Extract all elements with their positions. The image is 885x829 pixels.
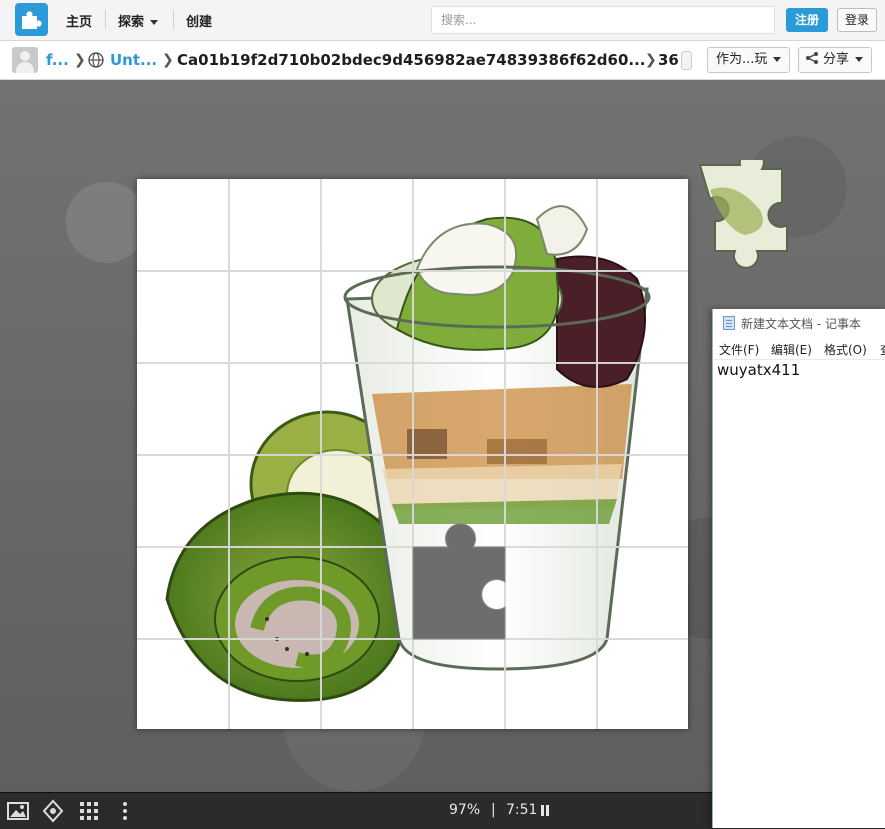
- nav-explore-label: 探索: [118, 15, 145, 30]
- notepad-menubar: 文件(F) 编辑(E) 格式(O) 查: [713, 337, 885, 360]
- chevron-right-icon: ❯: [162, 52, 174, 68]
- menu-format[interactable]: 格式(O): [824, 341, 867, 358]
- breadcrumb-user[interactable]: f...: [46, 51, 69, 69]
- edge-pieces-icon[interactable]: [77, 799, 101, 823]
- notepad-title: 新建文本文档 - 记事本: [741, 317, 861, 331]
- breadcrumb-puzzle-name: Ca01b19f2d710b02bdec9d456982ae74839386f6…: [177, 51, 646, 69]
- menu-edit[interactable]: 编辑(E): [771, 341, 812, 358]
- more-options-icon[interactable]: [113, 799, 137, 823]
- search-input[interactable]: [431, 6, 775, 34]
- share-label: 分享: [823, 52, 850, 67]
- nav-divider: [105, 10, 106, 29]
- menu-file[interactable]: 文件(F): [719, 341, 759, 358]
- loose-puzzle-piece[interactable]: [690, 160, 802, 270]
- status-separator: |: [491, 802, 496, 818]
- nav-divider: [173, 10, 174, 29]
- nav-home[interactable]: 主页: [66, 11, 92, 30]
- timer: 7:51: [506, 802, 538, 818]
- puzzle-board[interactable]: [137, 179, 688, 729]
- breadcrumb-collection[interactable]: Unt...: [110, 51, 157, 69]
- play-as-dropdown[interactable]: 作为...玩: [707, 47, 791, 73]
- piece-count[interactable]: 36: [658, 51, 679, 69]
- zoom-level: 97%: [449, 802, 481, 818]
- chevron-right-icon: ❯: [645, 52, 657, 68]
- breadcrumb: f... ❯ Unt... ❯ Ca01b19f2d710b02bdec9d45…: [0, 41, 885, 80]
- chevron-right-icon: ❯: [74, 52, 86, 68]
- puzzle-piece-icon: [681, 51, 692, 70]
- share-icon: [806, 52, 818, 64]
- puzzle-image: [137, 179, 688, 729]
- pause-icon[interactable]: [541, 805, 549, 816]
- menu-view[interactable]: 查: [880, 341, 885, 358]
- share-dropdown[interactable]: 分享: [798, 47, 873, 73]
- chevron-down-icon: [855, 57, 864, 62]
- login-button[interactable]: 登录: [837, 8, 877, 32]
- image-preview-icon[interactable]: [6, 799, 30, 823]
- top-navbar: 主页 探索 创建 注册 登录: [0, 0, 885, 41]
- chevron-down-icon: [773, 57, 782, 62]
- notepad-titlebar[interactable]: 新建文本文档 - 记事本: [713, 309, 885, 337]
- play-as-label: 作为...玩: [716, 52, 768, 67]
- notepad-icon: [723, 316, 735, 330]
- chevron-down-icon: [150, 20, 159, 25]
- ghost-image-icon[interactable]: [41, 799, 65, 823]
- notepad-window[interactable]: 新建文本文档 - 记事本 文件(F) 编辑(E) 格式(O) 查 wuyatx4…: [712, 309, 885, 828]
- register-button[interactable]: 注册: [786, 8, 828, 32]
- nav-create[interactable]: 创建: [186, 11, 212, 30]
- nav-explore-dropdown[interactable]: 探索: [118, 11, 159, 30]
- avatar[interactable]: [12, 47, 38, 73]
- puzzle-logo-icon[interactable]: [15, 3, 48, 36]
- globe-icon: [88, 52, 104, 68]
- notepad-text-area[interactable]: wuyatx411: [717, 361, 800, 379]
